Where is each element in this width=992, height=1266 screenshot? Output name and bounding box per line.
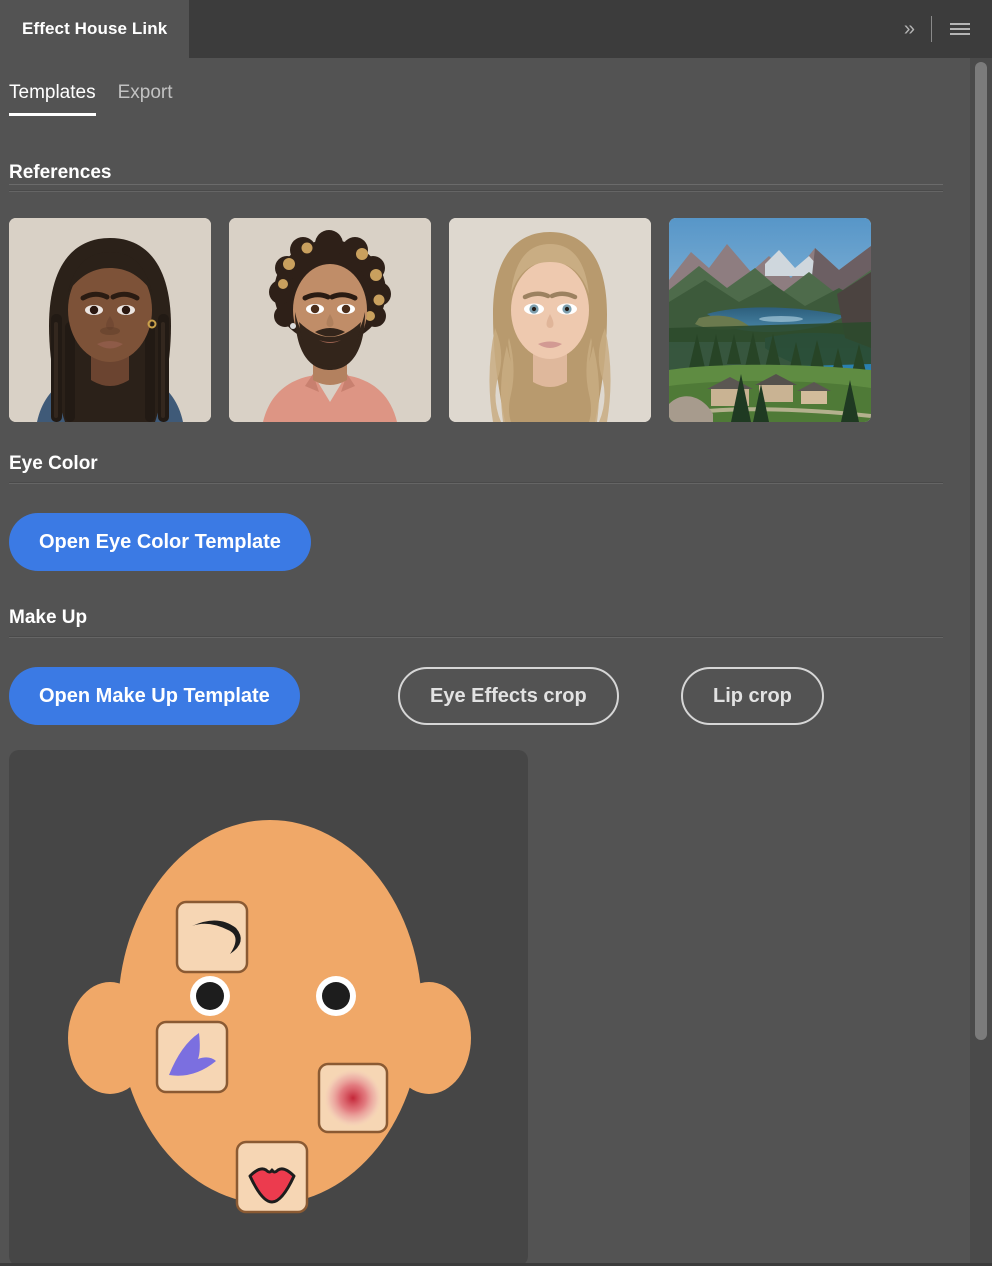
eyeshadow-swatch xyxy=(155,1020,229,1094)
reference-thumbnail-portrait-man-curly-beard[interactable] xyxy=(229,218,431,422)
tab-bar: Templates Export xyxy=(0,82,940,116)
reference-thumbnail-landscape-mountain-lake[interactable] xyxy=(669,218,871,422)
tab-templates-label: Templates xyxy=(9,82,96,103)
section-rule-references xyxy=(9,190,943,192)
tab-export[interactable]: Export xyxy=(118,82,173,116)
blush-swatch xyxy=(317,1062,389,1134)
hamburger-menu-icon[interactable] xyxy=(938,23,980,35)
reference-thumbnail-portrait-woman-blonde[interactable] xyxy=(449,218,651,422)
title-bar-divider xyxy=(931,16,932,42)
title-bar: Effect House Link » xyxy=(0,0,992,58)
section-rule-make-up xyxy=(9,636,943,638)
open-eye-color-template-button[interactable]: Open Eye Color Template xyxy=(9,513,311,571)
open-make-up-template-button[interactable]: Open Make Up Template xyxy=(9,667,300,725)
title-bar-controls: » xyxy=(892,0,992,58)
title-bar-spacer xyxy=(189,0,892,58)
section-title-make-up: Make Up xyxy=(9,607,88,628)
eyebrow-swatch xyxy=(175,900,249,974)
lip-crop-button[interactable]: Lip crop xyxy=(681,667,824,725)
vertical-scrollbar-thumb[interactable] xyxy=(975,62,987,1040)
tab-templates[interactable]: Templates xyxy=(9,82,96,116)
reference-thumbnail-portrait-woman-braids[interactable] xyxy=(9,218,211,422)
eye-effects-crop-button[interactable]: Eye Effects crop xyxy=(398,667,619,725)
reference-thumbnail-list xyxy=(9,218,871,422)
makeup-face-diagram[interactable] xyxy=(9,750,528,1266)
section-rule-eye-color xyxy=(9,482,943,484)
panel-tab-label: Effect House Link xyxy=(22,19,168,38)
panel-tab-effect-house-link[interactable]: Effect House Link xyxy=(0,0,190,58)
tab-export-label: Export xyxy=(117,82,173,103)
tab-bar-underline xyxy=(9,184,943,185)
lips-swatch xyxy=(235,1140,309,1214)
vertical-scrollbar-track[interactable] xyxy=(970,58,992,1266)
chevron-double-right-icon[interactable]: » xyxy=(892,19,925,39)
panel-body: Templates Export References Eye Color Op… xyxy=(0,58,992,1266)
section-title-eye-color: Eye Color xyxy=(9,453,98,474)
section-title-references: References xyxy=(9,162,112,183)
